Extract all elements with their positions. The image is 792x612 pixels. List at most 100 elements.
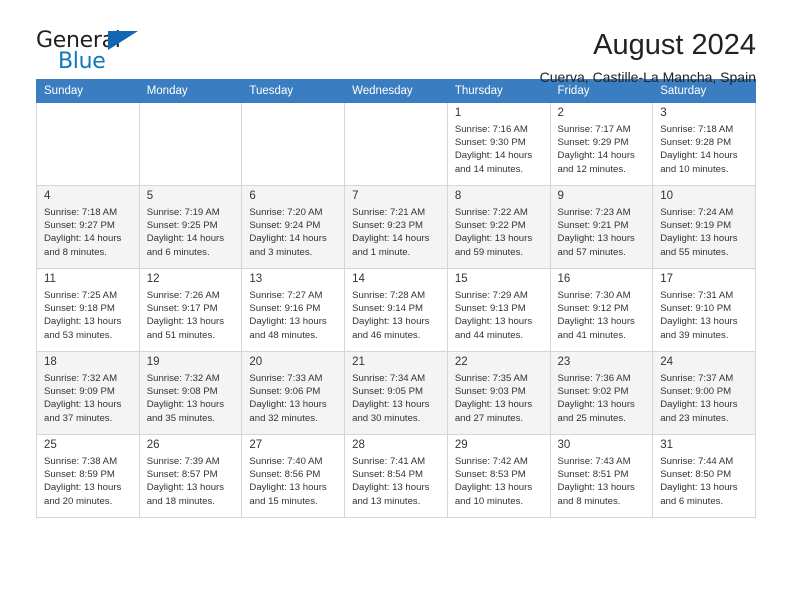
sunrise-time: Sunrise: 7:20 AM	[249, 207, 323, 218]
calendar-day-cell[interactable]: 20 Sunrise: 7:33 AM Sunset: 9:06 PM Dayligh…	[241, 351, 346, 435]
day-sun-info: Sunrise: 7:21 AM Sunset: 9:23 PM Daylight:…	[352, 206, 441, 259]
calendar-day-cell[interactable]: 13 Sunrise: 7:27 AM Sunset: 9:16 PM Dayligh…	[241, 268, 346, 352]
sunrise-time: Sunrise: 7:32 AM	[44, 373, 118, 384]
calendar-day-cell[interactable]: 7 Sunrise: 7:21 AM Sunset: 9:23 PM Daylight…	[344, 185, 448, 269]
calendar-day-cell[interactable]: 24 Sunrise: 7:37 AM Sunset: 9:00 PM Dayligh…	[652, 351, 756, 435]
calendar-day-cell[interactable]: 18 Sunrise: 7:32 AM Sunset: 9:09 PM Dayligh…	[36, 351, 140, 435]
sunrise-time: Sunrise: 7:30 AM	[557, 290, 631, 301]
sunrise-time: Sunrise: 7:23 AM	[557, 207, 631, 218]
daylight-duration-line2: and 1 minute.	[352, 246, 411, 258]
daylight-duration-line2: and 32 minutes.	[249, 412, 318, 424]
daylight-duration-line1: Daylight: 13 hours	[249, 316, 327, 328]
daylight-duration-line1: Daylight: 13 hours	[44, 399, 122, 411]
day-cell-content	[37, 103, 139, 185]
calendar-day-cell[interactable]: 14 Sunrise: 7:28 AM Sunset: 9:14 PM Dayligh…	[344, 268, 448, 352]
day-number: 20	[249, 356, 263, 368]
day-cell-content: 25 Sunrise: 7:38 AM Sunset: 8:59 PM Dayligh…	[37, 435, 139, 517]
calendar-day-cell[interactable]: 9 Sunrise: 7:23 AM Sunset: 9:21 PM Daylight…	[549, 185, 654, 269]
calendar-day-cell[interactable]: 23 Sunrise: 7:36 AM Sunset: 9:02 PM Dayligh…	[549, 351, 654, 435]
sunrise-time: Sunrise: 7:17 AM	[557, 124, 631, 135]
daylight-duration-line1: Daylight: 13 hours	[146, 399, 225, 411]
day-sun-info: Sunrise: 7:16 AM Sunset: 9:30 PM Daylight:…	[455, 123, 544, 176]
sunset-time: Sunset: 9:22 PM	[454, 220, 526, 232]
daylight-duration-line2: and 55 minutes.	[660, 246, 729, 258]
day-number: 25	[44, 439, 57, 451]
calendar-day-cell[interactable]: 29 Sunrise: 7:42 AM Sunset: 8:53 PM Dayligh…	[446, 434, 551, 518]
day-cell-content: 14 Sunrise: 7:28 AM Sunset: 9:14 PM Dayligh…	[345, 269, 447, 351]
day-sun-info: Sunrise: 7:31 AM Sunset: 9:10 PM Daylight:…	[660, 289, 749, 342]
sunrise-time: Sunrise: 7:34 AM	[352, 373, 426, 384]
day-number: 17	[660, 273, 674, 285]
day-sun-info: Sunrise: 7:42 AM Sunset: 8:53 PM Daylight:…	[455, 455, 544, 508]
calendar-day-cell[interactable]: 31 Sunrise: 7:44 AM Sunset: 8:50 PM Dayligh…	[652, 434, 756, 518]
sunset-time: Sunset: 9:21 PM	[557, 220, 629, 232]
day-sun-info: Sunrise: 7:18 AM Sunset: 9:27 PM Daylight:…	[44, 206, 133, 259]
day-number: 7	[352, 190, 359, 202]
calendar-page: General Blue August 2024 Cuerva, Castill…	[0, 0, 792, 612]
daylight-duration-line2: and 48 minutes.	[249, 329, 318, 341]
sunrise-time: Sunrise: 7:44 AM	[660, 456, 734, 467]
day-sun-info: Sunrise: 7:25 AM Sunset: 9:18 PM Daylight:…	[44, 289, 133, 342]
day-number: 11	[44, 273, 56, 285]
sunrise-time: Sunrise: 7:37 AM	[660, 373, 734, 384]
day-number: 2	[557, 107, 564, 119]
daylight-duration-line2: and 12 minutes.	[557, 163, 626, 175]
calendar-day-cell[interactable]: 4 Sunrise: 7:18 AM Sunset: 9:27 PM Daylight…	[36, 185, 140, 269]
day-cell-content: 27 Sunrise: 7:40 AM Sunset: 8:56 PM Dayligh…	[242, 435, 344, 517]
calendar-day-cell[interactable]: 26 Sunrise: 7:39 AM Sunset: 8:57 PM Dayligh…	[138, 434, 243, 518]
calendar-day-cell[interactable]: 16 Sunrise: 7:30 AM Sunset: 9:12 PM Dayligh…	[549, 268, 654, 352]
calendar-day-cell[interactable]: 2 Sunrise: 7:17 AM Sunset: 9:29 PM Daylight…	[549, 102, 654, 186]
day-cell-content: 11 Sunrise: 7:25 AM Sunset: 9:18 PM Dayligh…	[37, 269, 139, 351]
day-sun-info: Sunrise: 7:39 AM Sunset: 8:57 PM Daylight:…	[147, 455, 236, 508]
sunrise-time: Sunrise: 7:41 AM	[352, 456, 426, 467]
calendar-day-cell[interactable]: 30 Sunrise: 7:43 AM Sunset: 8:51 PM Dayligh…	[549, 434, 654, 518]
day-cell-content: 4 Sunrise: 7:18 AM Sunset: 9:27 PM Daylight…	[37, 186, 139, 268]
day-number: 9	[557, 190, 564, 202]
day-number: 18	[44, 356, 57, 368]
daylight-duration-line1: Daylight: 13 hours	[660, 399, 738, 411]
calendar-day-cell[interactable]: 11 Sunrise: 7:25 AM Sunset: 9:18 PM Dayligh…	[36, 268, 140, 352]
sunrise-time: Sunrise: 7:40 AM	[249, 456, 323, 467]
calendar-day-cell[interactable]: 12 Sunrise: 7:26 AM Sunset: 9:17 PM Dayligh…	[138, 268, 243, 352]
calendar-day-cell[interactable]: 19 Sunrise: 7:32 AM Sunset: 9:08 PM Dayligh…	[138, 351, 243, 435]
sunset-time: Sunset: 9:02 PM	[557, 386, 629, 398]
sunset-time: Sunset: 9:12 PM	[557, 303, 629, 315]
day-sun-info: Sunrise: 7:37 AM Sunset: 9:00 PM Daylight:…	[660, 372, 749, 425]
day-number: 21	[352, 356, 365, 368]
calendar-week-row: 11 Sunrise: 7:25 AM Sunset: 9:18 PM Dayligh…	[36, 268, 756, 352]
sunrise-time: Sunrise: 7:24 AM	[660, 207, 734, 218]
day-cell-content: 13 Sunrise: 7:27 AM Sunset: 9:16 PM Dayligh…	[242, 269, 344, 351]
day-sun-info: Sunrise: 7:28 AM Sunset: 9:14 PM Daylight:…	[352, 289, 441, 342]
triangle-icon	[108, 31, 138, 50]
calendar-day-cell[interactable]: 1 Sunrise: 7:16 AM Sunset: 9:30 PM Daylight…	[446, 102, 551, 186]
daylight-duration-line2: and 20 minutes.	[44, 495, 113, 507]
calendar-day-cell[interactable]: 8 Sunrise: 7:22 AM Sunset: 9:22 PM Daylight…	[446, 185, 551, 269]
daylight-duration-line1: Daylight: 13 hours	[557, 233, 635, 245]
generalblue-logo[interactable]: General Blue	[36, 28, 146, 74]
calendar-day-cell[interactable]: 17 Sunrise: 7:31 AM Sunset: 9:10 PM Dayligh…	[652, 268, 756, 352]
calendar-day-cell[interactable]: 3 Sunrise: 7:18 AM Sunset: 9:28 PM Daylight…	[652, 102, 756, 186]
daylight-duration-line2: and 27 minutes.	[454, 412, 524, 424]
daylight-duration-line1: Daylight: 14 hours	[557, 150, 635, 162]
calendar-day-cell[interactable]: 15 Sunrise: 7:29 AM Sunset: 9:13 PM Dayligh…	[446, 268, 551, 352]
day-cell-content: 30 Sunrise: 7:43 AM Sunset: 8:51 PM Dayligh…	[551, 435, 653, 517]
day-sun-info: Sunrise: 7:40 AM Sunset: 8:56 PM Daylight:…	[249, 455, 338, 508]
sunset-time: Sunset: 9:30 PM	[454, 137, 526, 149]
sunset-time: Sunset: 9:18 PM	[44, 303, 115, 315]
calendar-day-cell[interactable]: 21 Sunrise: 7:34 AM Sunset: 9:05 PM Dayligh…	[344, 351, 448, 435]
day-cell-content: 10 Sunrise: 7:24 AM Sunset: 9:19 PM Dayligh…	[653, 186, 755, 268]
sunset-time: Sunset: 8:53 PM	[454, 469, 526, 481]
day-sun-info: Sunrise: 7:23 AM Sunset: 9:21 PM Daylight:…	[558, 206, 647, 259]
calendar-day-cell[interactable]: 5 Sunrise: 7:19 AM Sunset: 9:25 PM Daylight…	[138, 185, 243, 269]
sunset-time: Sunset: 9:05 PM	[352, 386, 424, 398]
calendar-day-cell[interactable]: 10 Sunrise: 7:24 AM Sunset: 9:19 PM Dayligh…	[652, 185, 756, 269]
day-number: 24	[660, 356, 674, 368]
daylight-duration-line2: and 35 minutes.	[146, 412, 215, 424]
daylight-duration-line2: and 10 minutes.	[660, 163, 729, 175]
calendar-day-cell[interactable]: 27 Sunrise: 7:40 AM Sunset: 8:56 PM Dayligh…	[241, 434, 346, 518]
calendar-day-cell[interactable]: 6 Sunrise: 7:20 AM Sunset: 9:24 PM Daylight…	[241, 185, 346, 269]
calendar-day-cell[interactable]: 25 Sunrise: 7:38 AM Sunset: 8:59 PM Dayligh…	[36, 434, 140, 518]
day-cell-content: 9 Sunrise: 7:23 AM Sunset: 9:21 PM Daylight…	[551, 186, 653, 268]
calendar-day-cell[interactable]: 22 Sunrise: 7:35 AM Sunset: 9:03 PM Dayligh…	[446, 351, 551, 435]
calendar-day-cell[interactable]: 28 Sunrise: 7:41 AM Sunset: 8:54 PM Dayligh…	[344, 434, 448, 518]
